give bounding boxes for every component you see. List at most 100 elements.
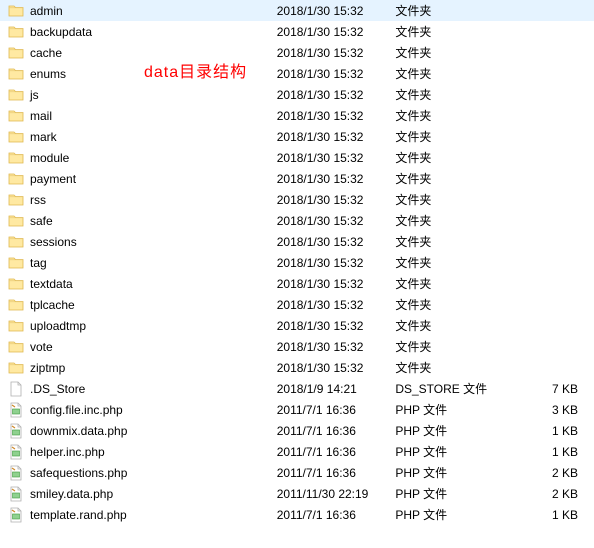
file-type: 文件夹 (395, 252, 504, 273)
file-type: 文件夹 (395, 315, 504, 336)
file-type: 文件夹 (395, 294, 504, 315)
file-row[interactable]: tag2018/1/30 15:32文件夹 (0, 252, 594, 273)
file-icon (8, 381, 24, 397)
file-row[interactable]: module2018/1/30 15:32文件夹 (0, 147, 594, 168)
file-size (505, 336, 594, 357)
file-row[interactable]: mark2018/1/30 15:32文件夹 (0, 126, 594, 147)
file-name: tplcache (30, 298, 75, 312)
folder-icon (8, 192, 24, 208)
file-type: PHP 文件 (395, 462, 504, 483)
file-date: 2018/1/30 15:32 (277, 189, 396, 210)
file-size: 2 KB (505, 462, 594, 483)
file-row[interactable]: admin2018/1/30 15:32文件夹 (0, 0, 594, 21)
file-type: 文件夹 (395, 0, 504, 21)
file-size: 2 KB (505, 483, 594, 504)
folder-icon (8, 108, 24, 124)
file-row[interactable]: cache2018/1/30 15:32文件夹 (0, 42, 594, 63)
file-name-cell: tag (0, 252, 277, 273)
file-date: 2018/1/30 15:32 (277, 210, 396, 231)
folder-icon (8, 66, 24, 82)
file-type: 文件夹 (395, 336, 504, 357)
file-type: 文件夹 (395, 126, 504, 147)
file-row[interactable]: config.file.inc.php2011/7/1 16:36PHP 文件3… (0, 399, 594, 420)
file-name: uploadtmp (30, 319, 86, 333)
file-row[interactable]: safequestions.php2011/7/1 16:36PHP 文件2 K… (0, 462, 594, 483)
file-size: 3 KB (505, 399, 594, 420)
folder-icon (8, 87, 24, 103)
file-date: 2018/1/30 15:32 (277, 273, 396, 294)
file-row[interactable]: safe2018/1/30 15:32文件夹 (0, 210, 594, 231)
file-name-cell: module (0, 147, 277, 168)
file-type: 文件夹 (395, 42, 504, 63)
file-row[interactable]: ziptmp2018/1/30 15:32文件夹 (0, 357, 594, 378)
file-name: module (30, 151, 69, 165)
file-name-cell: smiley.data.php (0, 483, 277, 504)
file-size (505, 147, 594, 168)
folder-icon (8, 3, 24, 19)
file-row[interactable]: sessions2018/1/30 15:32文件夹 (0, 231, 594, 252)
file-size (505, 315, 594, 336)
file-date: 2011/7/1 16:36 (277, 462, 396, 483)
file-name-cell: backupdata (0, 21, 277, 42)
file-name-cell: config.file.inc.php (0, 399, 277, 420)
php-file-icon (8, 486, 24, 502)
file-name-cell: rss (0, 189, 277, 210)
file-row[interactable]: rss2018/1/30 15:32文件夹 (0, 189, 594, 210)
file-row[interactable]: template.rand.php2011/7/1 16:36PHP 文件1 K… (0, 504, 594, 525)
file-row[interactable]: uploadtmp2018/1/30 15:32文件夹 (0, 315, 594, 336)
file-row[interactable]: payment2018/1/30 15:32文件夹 (0, 168, 594, 189)
folder-icon (8, 171, 24, 187)
file-date: 2018/1/30 15:32 (277, 231, 396, 252)
file-type: DS_STORE 文件 (395, 378, 504, 399)
file-type: 文件夹 (395, 168, 504, 189)
file-date: 2018/1/30 15:32 (277, 168, 396, 189)
file-date: 2011/7/1 16:36 (277, 420, 396, 441)
file-row[interactable]: downmix.data.php2011/7/1 16:36PHP 文件1 KB (0, 420, 594, 441)
file-name-cell: textdata (0, 273, 277, 294)
file-row[interactable]: mail2018/1/30 15:32文件夹 (0, 105, 594, 126)
file-name-cell: enums (0, 63, 277, 84)
file-date: 2018/1/30 15:32 (277, 357, 396, 378)
file-type: 文件夹 (395, 84, 504, 105)
folder-icon (8, 24, 24, 40)
file-size (505, 0, 594, 21)
file-row[interactable]: .DS_Store2018/1/9 14:21DS_STORE 文件7 KB (0, 378, 594, 399)
file-type: 文件夹 (395, 105, 504, 126)
file-name: mail (30, 109, 52, 123)
file-row[interactable]: enums2018/1/30 15:32文件夹 (0, 63, 594, 84)
file-name-cell: cache (0, 42, 277, 63)
file-name: rss (30, 193, 46, 207)
file-date: 2011/7/1 16:36 (277, 441, 396, 462)
php-file-icon (8, 465, 24, 481)
folder-icon (8, 255, 24, 271)
file-size (505, 252, 594, 273)
file-row[interactable]: js2018/1/30 15:32文件夹 (0, 84, 594, 105)
file-name: safe (30, 214, 53, 228)
file-name: .DS_Store (30, 382, 85, 396)
file-size (505, 294, 594, 315)
file-name: js (30, 88, 39, 102)
file-type: 文件夹 (395, 63, 504, 84)
file-type: 文件夹 (395, 147, 504, 168)
file-row[interactable]: vote2018/1/30 15:32文件夹 (0, 336, 594, 357)
file-name-cell: mark (0, 126, 277, 147)
php-file-icon (8, 507, 24, 523)
folder-icon (8, 276, 24, 292)
file-row[interactable]: backupdata2018/1/30 15:32文件夹 (0, 21, 594, 42)
file-name-cell: payment (0, 168, 277, 189)
file-row[interactable]: smiley.data.php2011/11/30 22:19PHP 文件2 K… (0, 483, 594, 504)
file-date: 2018/1/30 15:32 (277, 21, 396, 42)
file-size (505, 21, 594, 42)
file-date: 2011/7/1 16:36 (277, 504, 396, 525)
file-name-cell: safe (0, 210, 277, 231)
file-name-cell: admin (0, 0, 277, 21)
file-row[interactable]: helper.inc.php2011/7/1 16:36PHP 文件1 KB (0, 441, 594, 462)
file-name: smiley.data.php (30, 487, 113, 501)
file-row[interactable]: textdata2018/1/30 15:32文件夹 (0, 273, 594, 294)
php-file-icon (8, 402, 24, 418)
file-size (505, 126, 594, 147)
file-name: vote (30, 340, 53, 354)
file-row[interactable]: tplcache2018/1/30 15:32文件夹 (0, 294, 594, 315)
file-name: cache (30, 46, 62, 60)
file-date: 2011/7/1 16:36 (277, 399, 396, 420)
